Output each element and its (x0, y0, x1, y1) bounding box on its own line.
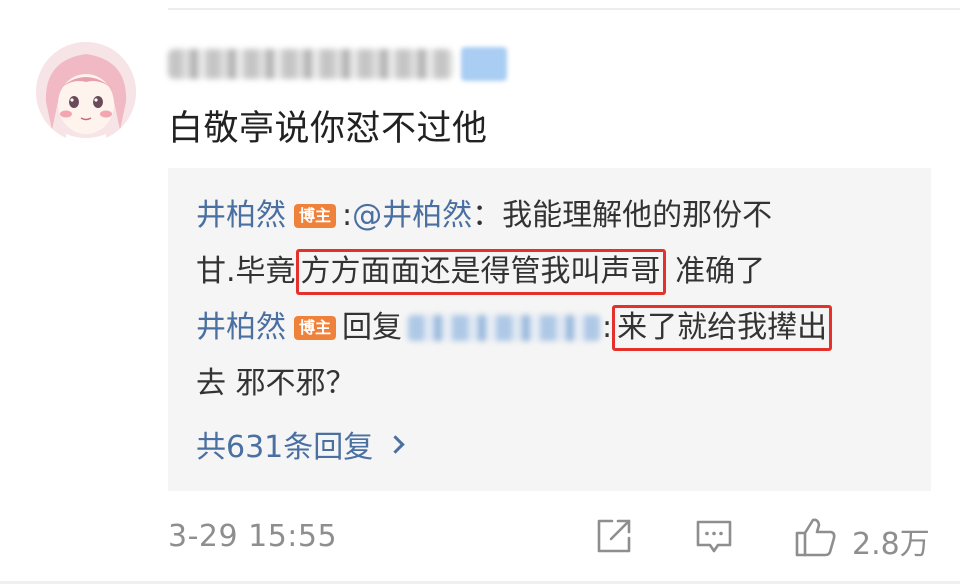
top-divider (168, 8, 960, 10)
username-blurred[interactable] (168, 44, 507, 84)
reply-2-line-2: 去 邪不邪？ (196, 364, 356, 404)
reply-colon: : (342, 198, 353, 233)
view-all-replies-link[interactable]: 共631条回复 (196, 422, 405, 466)
blogger-badge: 博主 (294, 204, 337, 228)
blurred-reply-target[interactable] (408, 315, 601, 341)
reply-author[interactable]: 井柏然 (196, 196, 286, 236)
blogger-badge: 博主 (294, 316, 337, 340)
highlighted-text: 来了就给我撵出 (612, 305, 833, 351)
reply-colon: : (602, 310, 613, 345)
reply-author[interactable]: 井柏然 (196, 308, 286, 348)
comment-text: 白敬亭说你怼不过他 (168, 109, 488, 149)
share-icon[interactable] (594, 516, 634, 560)
reply-word: 回复 (342, 310, 403, 345)
avatar[interactable] (36, 42, 136, 142)
anime-girl-avatar-image (36, 42, 136, 142)
vip-badge-icon (461, 47, 507, 81)
comment-icon[interactable] (694, 516, 734, 560)
comment-timestamp: 3-29 15:55 (168, 519, 338, 554)
total-replies-label: 共631条回复 (196, 430, 374, 465)
reply-1-line-2: 甘.毕竟 方方面面还是得管我叫声哥 准确了 (196, 249, 766, 295)
chevron-right-icon (386, 434, 405, 454)
reply-text: ：我能理解他的那份不 (472, 198, 773, 233)
highlighted-text: 方方面面还是得管我叫声哥 (295, 249, 666, 295)
reply-text: 准确了 (665, 254, 766, 289)
mention-link[interactable]: @井柏然 (352, 196, 472, 236)
reply-text: 去 邪不邪？ (196, 366, 356, 401)
reply-box[interactable]: 井柏然 博主 : @井柏然 ：我能理解他的那份不 甘.毕竟 方方面面还是得管我叫… (168, 168, 931, 491)
like-count: 2.8万 (852, 527, 930, 562)
reply-2-line-1: 井柏然 博主 回复 : 来了就给我撵出 (196, 305, 833, 351)
blurred-username-text (168, 49, 453, 79)
reply-text: 甘.毕竟 (196, 254, 296, 289)
reply-1-line-1: 井柏然 博主 : @井柏然 ：我能理解他的那份不 (196, 196, 772, 236)
like-icon[interactable] (794, 516, 838, 562)
